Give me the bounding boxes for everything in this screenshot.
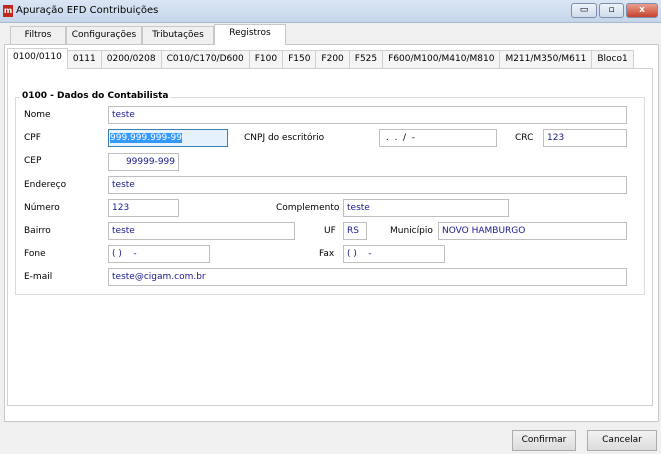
bairro-input[interactable]: teste bbox=[108, 222, 295, 240]
fone-label: Fone bbox=[24, 249, 46, 259]
fone-input[interactable]: ( ) - bbox=[108, 245, 210, 263]
tab-filtros[interactable]: Filtros bbox=[10, 26, 66, 44]
tab-f600-m100-m410-m810[interactable]: F600/M100/M410/M810 bbox=[383, 50, 501, 69]
cep-input[interactable]: 99999-999 bbox=[108, 153, 179, 171]
cpf-input[interactable]: 999.999.999-99 bbox=[108, 129, 228, 147]
crc-input[interactable]: 123 bbox=[543, 129, 627, 147]
email-label: E-mail bbox=[24, 272, 53, 282]
municipio-label: Município bbox=[390, 226, 433, 236]
tab-f525[interactable]: F525 bbox=[349, 50, 384, 69]
cancel-button[interactable]: Cancelar bbox=[587, 430, 657, 451]
tab-f100[interactable]: F100 bbox=[249, 50, 284, 69]
tab-m211-m350-m611[interactable]: M211/M350/M611 bbox=[500, 50, 593, 69]
tab-f150[interactable]: F150 bbox=[283, 50, 317, 69]
nome-input[interactable]: teste bbox=[108, 106, 627, 124]
crc-label: CRC bbox=[515, 133, 534, 143]
endereco-label: Endereço bbox=[24, 180, 67, 190]
tab-0100-0110[interactable]: 0100/0110 bbox=[7, 48, 68, 69]
cnpj-label: CNPJ do escritório bbox=[244, 133, 325, 143]
tab-0111[interactable]: 0111 bbox=[67, 50, 102, 69]
close-button[interactable]: x bbox=[626, 3, 658, 18]
cpf-label: CPF bbox=[24, 133, 41, 143]
tab-tributacoes[interactable]: Tributações bbox=[142, 26, 214, 44]
municipio-input[interactable]: NOVO HAMBURGO bbox=[438, 222, 627, 240]
numero-label: Número bbox=[24, 203, 60, 213]
fax-label: Fax bbox=[319, 249, 335, 259]
numero-input[interactable]: 123 bbox=[108, 199, 179, 217]
tab-0200-0208[interactable]: 0200/0208 bbox=[101, 50, 162, 69]
bairro-label: Bairro bbox=[24, 226, 51, 236]
nome-label: Nome bbox=[24, 110, 51, 120]
app-logo-icon: m bbox=[3, 5, 13, 17]
email-input[interactable]: teste@cigam.com.br bbox=[108, 268, 627, 286]
registro-tabs: 0100/0110 0111 0200/0208 C010/C170/D600 … bbox=[7, 48, 634, 69]
tab-configuracoes[interactable]: Configurações bbox=[66, 26, 142, 44]
complemento-label: Complemento bbox=[276, 203, 340, 213]
window-title: Apuração EFD Contribuições bbox=[16, 5, 159, 16]
tab-registros[interactable]: Registros bbox=[214, 24, 286, 45]
contabilista-group bbox=[15, 97, 645, 295]
complemento-input[interactable]: teste bbox=[343, 199, 509, 217]
uf-input[interactable]: RS bbox=[343, 222, 367, 240]
tab-c010-c170-d600[interactable]: C010/C170/D600 bbox=[161, 50, 250, 69]
cnpj-input[interactable]: . . / - bbox=[379, 129, 497, 147]
cep-label: CEP bbox=[24, 156, 42, 166]
tab-f200[interactable]: F200 bbox=[316, 50, 350, 69]
tab-bloco1[interactable]: Bloco1 bbox=[592, 50, 634, 69]
cpf-value: 999.999.999-99 bbox=[110, 133, 182, 143]
confirm-button[interactable]: Confirmar bbox=[512, 430, 576, 451]
maximize-button[interactable]: ▫ bbox=[599, 3, 624, 18]
fax-input[interactable]: ( ) - bbox=[343, 245, 445, 263]
minimize-button[interactable]: ▭ bbox=[571, 3, 597, 18]
uf-label: UF bbox=[324, 226, 336, 236]
endereco-input[interactable]: teste bbox=[108, 176, 627, 194]
group-title: 0100 - Dados do Contabilista bbox=[20, 91, 171, 101]
